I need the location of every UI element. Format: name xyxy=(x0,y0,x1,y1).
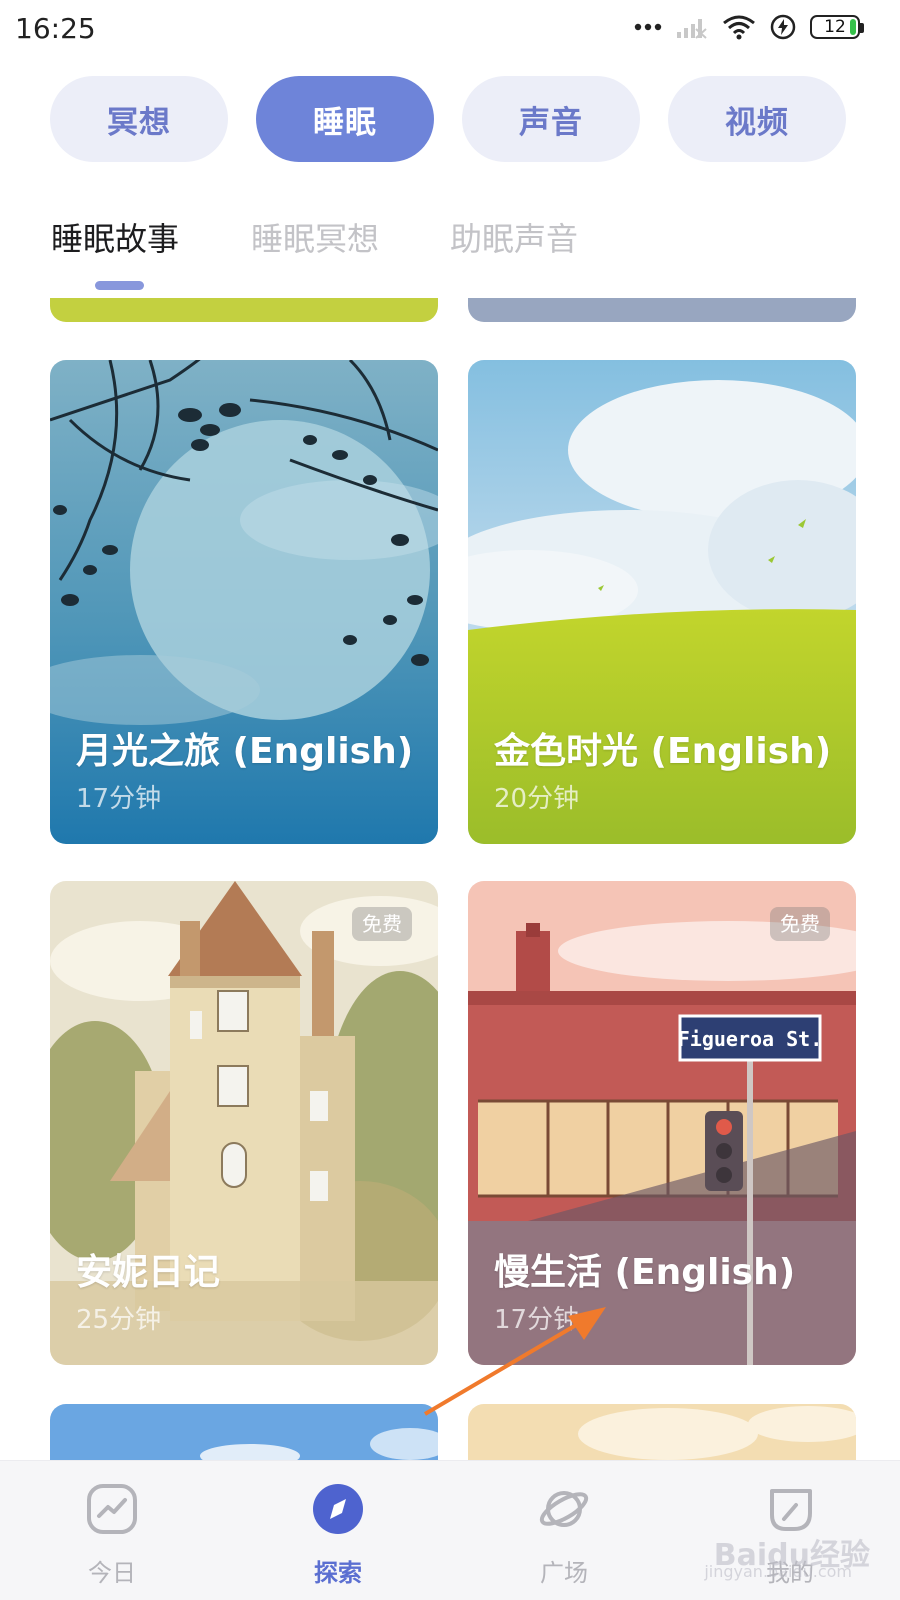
nav-explore[interactable]: 探索 xyxy=(268,1461,408,1600)
nav-plaza[interactable]: 广场 xyxy=(494,1461,634,1600)
leaf-icon xyxy=(770,1489,812,1531)
trend-icon xyxy=(87,1484,137,1534)
compass-icon xyxy=(313,1484,363,1534)
nav-label: 探索 xyxy=(314,1559,362,1587)
watermark-sub: jingyan.baidu.com xyxy=(704,1562,852,1581)
annotation-arrow xyxy=(423,1307,606,1416)
screen: 16:25 12 冥想 睡眠 声音 视频 睡眠故事 睡眠冥想 助眠声音 月光之旅… xyxy=(0,0,900,1600)
nav-label: 广场 xyxy=(540,1559,588,1587)
planet-icon xyxy=(539,1491,589,1527)
nav-today[interactable]: 今日 xyxy=(42,1461,182,1600)
nav-label: 今日 xyxy=(88,1559,136,1587)
